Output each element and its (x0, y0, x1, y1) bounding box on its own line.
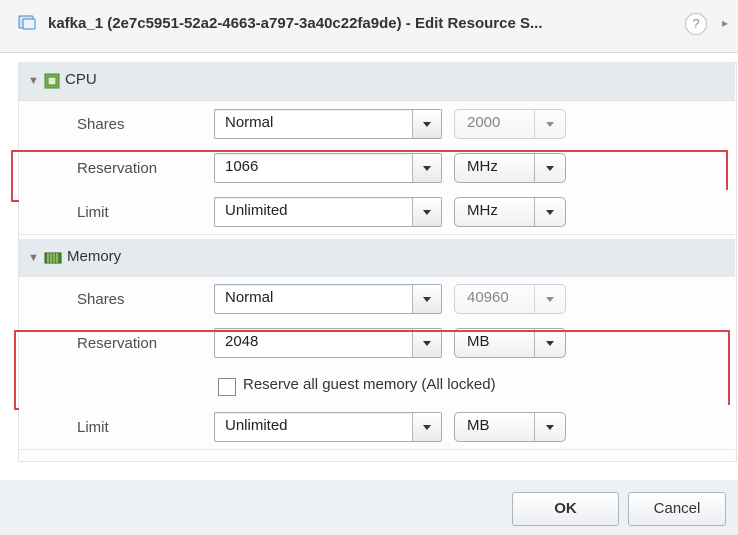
chevron-down-icon[interactable] (412, 285, 441, 313)
memory-shares-select[interactable]: Normal (214, 284, 442, 314)
cpu-shares-amount: 2000 (467, 114, 501, 131)
cpu-shares-row: Shares Normal 2000 (19, 102, 735, 147)
cpu-icon (44, 73, 60, 89)
cpu-shares-value: Normal (225, 114, 274, 131)
memory-section-header[interactable]: ▼ Memory (19, 239, 735, 278)
memory-limit-unit-select[interactable]: MB (454, 412, 566, 442)
cpu-limit-label: Limit (77, 204, 109, 221)
memory-section-label: Memory (67, 248, 122, 265)
dialog-footer: OK Cancel (0, 480, 738, 535)
dialog-title: kafka_1 (2e7c5951-52a2-4663-a797-3a40c22… (48, 15, 543, 32)
memory-limit-label: Limit (77, 419, 109, 436)
memory-icon (44, 252, 62, 264)
memory-reservation-highlight (14, 330, 730, 410)
dialog-titlebar: kafka_1 (2e7c5951-52a2-4663-a797-3a40c22… (0, 0, 738, 53)
cpu-section-label: CPU (65, 71, 97, 88)
memory-shares-row: Shares Normal 40960 (19, 277, 735, 322)
vm-icon (18, 15, 36, 30)
memory-limit-unit: MB (467, 417, 490, 434)
cpu-limit-row: Limit Unlimited MHz (19, 190, 735, 235)
memory-shares-label: Shares (77, 291, 125, 308)
collapse-caret-icon[interactable]: ▼ (28, 252, 39, 264)
memory-shares-value: Normal (225, 289, 274, 306)
cpu-limit-value: Unlimited (225, 202, 288, 219)
memory-limit-input[interactable]: Unlimited (214, 412, 442, 442)
cpu-limit-unit-select[interactable]: MHz (454, 197, 566, 227)
chevron-down-icon (534, 285, 565, 313)
chevron-down-icon[interactable] (534, 413, 565, 441)
chevron-down-icon[interactable] (534, 198, 565, 226)
more-icon[interactable]: ▸ (722, 16, 728, 30)
memory-limit-value: Unlimited (225, 417, 288, 434)
cpu-shares-label: Shares (77, 116, 125, 133)
memory-shares-amount: 40960 (467, 289, 509, 306)
chevron-down-icon (534, 110, 565, 138)
cancel-button[interactable]: Cancel (628, 492, 726, 526)
cpu-shares-amount-field: 2000 (454, 109, 566, 139)
cpu-shares-select[interactable]: Normal (214, 109, 442, 139)
chevron-down-icon[interactable] (412, 110, 441, 138)
memory-limit-row: Limit Unlimited MB (19, 405, 735, 450)
help-icon[interactable]: ? (685, 13, 707, 35)
chevron-down-icon[interactable] (412, 198, 441, 226)
chevron-down-icon[interactable] (412, 413, 441, 441)
collapse-caret-icon[interactable]: ▼ (28, 75, 39, 87)
memory-shares-amount-field: 40960 (454, 284, 566, 314)
cpu-limit-unit: MHz (467, 202, 498, 219)
cpu-limit-input[interactable]: Unlimited (214, 197, 442, 227)
ok-button[interactable]: OK (512, 492, 619, 526)
cpu-section-header[interactable]: ▼ CPU (19, 62, 735, 101)
